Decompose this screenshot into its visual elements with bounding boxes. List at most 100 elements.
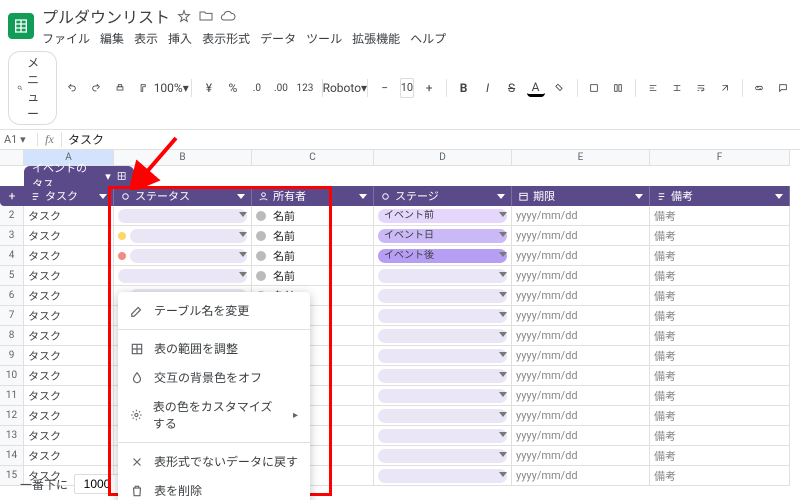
- paint-format-button[interactable]: [135, 77, 153, 99]
- cell-stage[interactable]: [374, 346, 512, 366]
- cell-task[interactable]: タスク: [24, 206, 114, 226]
- cell-stage[interactable]: [374, 466, 512, 486]
- row-header[interactable]: 8: [0, 326, 24, 346]
- undo-button[interactable]: [63, 77, 81, 99]
- cell-task[interactable]: タスク: [24, 386, 114, 406]
- formula-bar[interactable]: タスク: [62, 131, 104, 148]
- row-header[interactable]: 4: [0, 246, 24, 266]
- redo-button[interactable]: [87, 77, 105, 99]
- move-icon[interactable]: [198, 8, 214, 24]
- col-header-d[interactable]: D: [374, 150, 512, 166]
- cell-stage[interactable]: イベント前: [374, 206, 512, 226]
- menu-item-alt-color-off[interactable]: 交互の背景色をオフ: [118, 363, 310, 392]
- row-header[interactable]: 2: [0, 206, 24, 226]
- cell-owner[interactable]: 名前: [252, 226, 374, 246]
- cell-stage[interactable]: [374, 426, 512, 446]
- cell-status[interactable]: [114, 246, 252, 266]
- cell-notes[interactable]: 備考: [650, 206, 790, 226]
- borders-button[interactable]: [585, 77, 603, 99]
- cell-notes[interactable]: 備考: [650, 386, 790, 406]
- currency-button[interactable]: ¥: [200, 77, 218, 99]
- link-button[interactable]: [750, 77, 768, 99]
- cell-notes[interactable]: 備考: [650, 446, 790, 466]
- strike-button[interactable]: S: [503, 77, 521, 99]
- cell-due[interactable]: yyyy/mm/dd: [512, 226, 650, 246]
- decimal-increase-button[interactable]: .00: [272, 77, 290, 99]
- row-header[interactable]: 14: [0, 446, 24, 466]
- cell-notes[interactable]: 備考: [650, 246, 790, 266]
- name-box[interactable]: A1 ▾: [0, 133, 38, 146]
- cell-due[interactable]: yyyy/mm/dd: [512, 466, 650, 486]
- cell-stage[interactable]: [374, 406, 512, 426]
- fill-color-button[interactable]: [551, 77, 569, 99]
- menu-format[interactable]: 表示形式: [202, 30, 250, 47]
- cell-task[interactable]: タスク: [24, 286, 114, 306]
- cell-stage[interactable]: イベント日: [374, 226, 512, 246]
- col-header-b[interactable]: B: [114, 150, 252, 166]
- add-row-button[interactable]: +: [0, 186, 24, 206]
- cell-stage[interactable]: [374, 306, 512, 326]
- col-header-c[interactable]: C: [252, 150, 374, 166]
- cell-task[interactable]: タスク: [24, 346, 114, 366]
- menu-file[interactable]: ファイル: [42, 30, 90, 47]
- col-header-e[interactable]: E: [512, 150, 650, 166]
- row-header[interactable]: 7: [0, 306, 24, 326]
- cell-notes[interactable]: 備考: [650, 466, 790, 486]
- menu-tools[interactable]: ツール: [306, 30, 342, 47]
- cell-stage[interactable]: イベント後: [374, 246, 512, 266]
- cell-notes[interactable]: 備考: [650, 266, 790, 286]
- cell-owner[interactable]: 名前: [252, 246, 374, 266]
- footer-row-count-input[interactable]: [74, 474, 120, 494]
- row-header[interactable]: 5: [0, 266, 24, 286]
- font-family-select[interactable]: Roboto ▾: [330, 77, 359, 99]
- row-header[interactable]: 11: [0, 386, 24, 406]
- menu-view[interactable]: 表示: [134, 30, 158, 47]
- cell-task[interactable]: タスク: [24, 326, 114, 346]
- menu-data[interactable]: データ: [260, 30, 296, 47]
- select-all-corner[interactable]: [0, 150, 24, 166]
- cell-task[interactable]: タスク: [24, 366, 114, 386]
- print-button[interactable]: [111, 77, 129, 99]
- cell-stage[interactable]: [374, 326, 512, 346]
- h-align-button[interactable]: [644, 77, 662, 99]
- cell-notes[interactable]: 備考: [650, 406, 790, 426]
- merge-button[interactable]: [609, 77, 627, 99]
- cell-stage[interactable]: [374, 386, 512, 406]
- cell-status[interactable]: [114, 226, 252, 246]
- cell-due[interactable]: yyyy/mm/dd: [512, 446, 650, 466]
- cell-notes[interactable]: 備考: [650, 326, 790, 346]
- cell-due[interactable]: yyyy/mm/dd: [512, 426, 650, 446]
- cell-stage[interactable]: [374, 366, 512, 386]
- menu-item-customize-color[interactable]: 表の色をカスタマイズする: [118, 392, 310, 438]
- col-header-f[interactable]: F: [650, 150, 790, 166]
- menu-insert[interactable]: 挿入: [168, 30, 192, 47]
- cell-notes[interactable]: 備考: [650, 366, 790, 386]
- cell-task[interactable]: タスク: [24, 246, 114, 266]
- v-align-button[interactable]: [668, 77, 686, 99]
- font-size-increase[interactable]: +: [420, 77, 438, 99]
- cell-due[interactable]: yyyy/mm/dd: [512, 266, 650, 286]
- cell-due[interactable]: yyyy/mm/dd: [512, 246, 650, 266]
- zoom-select[interactable]: 100% ▾: [159, 77, 183, 99]
- cell-task[interactable]: タスク: [24, 446, 114, 466]
- cell-due[interactable]: yyyy/mm/dd: [512, 346, 650, 366]
- menu-item-delete-table[interactable]: 表を削除: [118, 476, 310, 500]
- cell-task[interactable]: タスク: [24, 406, 114, 426]
- bold-button[interactable]: B: [455, 77, 473, 99]
- cell-owner[interactable]: 名前: [252, 266, 374, 286]
- rotate-button[interactable]: [716, 77, 734, 99]
- row-header[interactable]: 10: [0, 366, 24, 386]
- menu-item-adjust-range[interactable]: 表の範囲を調整: [118, 334, 310, 363]
- search-menu-button[interactable]: メニュー: [8, 51, 57, 125]
- cell-task[interactable]: タスク: [24, 266, 114, 286]
- cell-notes[interactable]: 備考: [650, 346, 790, 366]
- cell-due[interactable]: yyyy/mm/dd: [512, 386, 650, 406]
- menu-extensions[interactable]: 拡張機能: [352, 30, 400, 47]
- cell-task[interactable]: タスク: [24, 306, 114, 326]
- cell-owner[interactable]: 名前: [252, 206, 374, 226]
- row-header[interactable]: 9: [0, 346, 24, 366]
- cell-stage[interactable]: [374, 266, 512, 286]
- row-header[interactable]: 3: [0, 226, 24, 246]
- cell-task[interactable]: タスク: [24, 226, 114, 246]
- cell-task[interactable]: タスク: [24, 426, 114, 446]
